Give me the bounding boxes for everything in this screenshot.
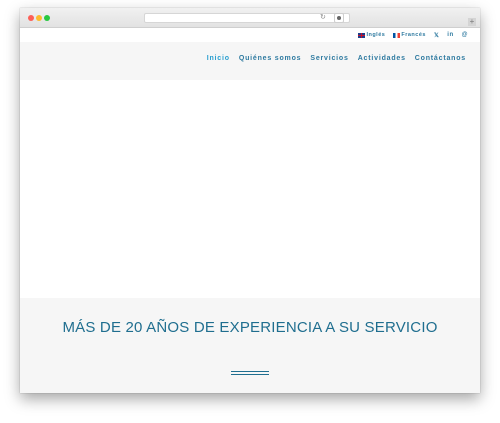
- experience-section: MÁS DE 20 AÑOS DE EXPERIENCIA A SU SERVI…: [20, 298, 480, 393]
- plus-icon[interactable]: +: [468, 18, 476, 26]
- browser-chrome: ↻ +: [20, 8, 480, 28]
- france-flag-icon: [393, 32, 401, 38]
- headline-divider: [231, 371, 269, 375]
- language-french-link[interactable]: Francés: [393, 32, 426, 38]
- minimize-window-button[interactable]: [36, 15, 42, 21]
- nav-item-quienes-somos[interactable]: Quiénes somos: [239, 55, 302, 62]
- linkedin-icon[interactable]: in: [447, 32, 453, 38]
- section-headline: MÁS DE 20 AÑOS DE EXPERIENCIA A SU SERVI…: [62, 319, 438, 336]
- x-twitter-icon[interactable]: 𝕏: [434, 32, 439, 39]
- extension-icon[interactable]: [334, 13, 344, 23]
- hero-area: [20, 80, 480, 298]
- close-window-button[interactable]: [28, 15, 34, 21]
- nav-item-inicio[interactable]: Inicio: [207, 55, 230, 62]
- language-french-label: Francés: [401, 32, 426, 38]
- nav-item-contactanos[interactable]: Contáctanos: [415, 55, 466, 62]
- nav-item-servicios[interactable]: Servicios: [310, 55, 348, 62]
- language-english-link[interactable]: Inglés: [358, 32, 385, 38]
- language-english-label: Inglés: [366, 32, 386, 38]
- reload-icon[interactable]: ↻: [320, 11, 326, 25]
- email-icon[interactable]: @: [462, 32, 468, 38]
- browser-window: ↻ + Inglés Francés 𝕏 in @ Inicio Quiénes…: [20, 8, 480, 393]
- maximize-window-button[interactable]: [44, 15, 50, 21]
- main-navigation: Inicio Quiénes somos Servicios Actividad…: [20, 42, 480, 80]
- nav-item-actividades[interactable]: Actividades: [358, 55, 406, 62]
- uk-flag-icon: [358, 32, 366, 38]
- top-bar: Inglés Francés 𝕏 in @: [20, 28, 480, 42]
